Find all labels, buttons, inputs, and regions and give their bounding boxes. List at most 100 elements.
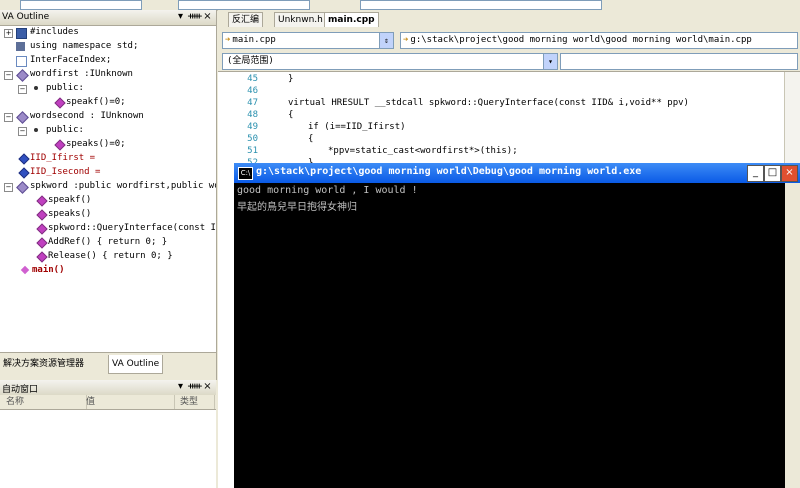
line-number: 51 (247, 146, 258, 156)
file-combo-value: main.cpp (232, 35, 276, 45)
collapse-icon[interactable]: − (4, 71, 13, 80)
tab-label: 反汇编 (232, 15, 260, 25)
method-icon (36, 223, 48, 235)
auto-window-titlebar: 自动窗口 ▾ ᚔ × (0, 380, 216, 396)
toolbar-combo-1[interactable] (20, 0, 142, 10)
class-icon (16, 69, 29, 82)
expand-icon[interactable]: + (4, 29, 13, 38)
tree-item[interactable]: public: (46, 82, 84, 95)
va-outline-title: VA Outline (2, 12, 50, 22)
tab-label: main.cpp (328, 15, 375, 25)
line-number: 49 (247, 122, 258, 132)
outline-tree: + #includes using namespace std; InterFa… (0, 26, 216, 362)
column-header-type[interactable]: 类型 (180, 395, 215, 409)
tab-va-outline[interactable]: VA Outline (108, 355, 164, 374)
dropdown-icon[interactable]: ▾ (175, 381, 186, 393)
include-icon (16, 28, 27, 39)
code-line: virtual HRESULT __stdcall spkword::Query… (288, 98, 689, 108)
line-number: 47 (247, 98, 258, 108)
tree-item[interactable]: spkword :public wordfirst,public wo (30, 180, 216, 193)
namespace-icon (16, 42, 25, 51)
tree-item[interactable]: wordfirst :IUnknown (30, 68, 133, 81)
tab-main-cpp[interactable]: main.cpp (324, 12, 379, 27)
tree-item[interactable]: using namespace std; (30, 40, 138, 53)
console-titlebar[interactable]: C:\ g:\stack\project\good morning world\… (234, 163, 800, 183)
tree-item[interactable]: Release() { return 0; } (48, 250, 173, 263)
tree-item[interactable]: AddRef() { return 0; } (48, 236, 167, 249)
tab-solution-explorer[interactable]: 解决方案资源管理器 (0, 355, 87, 373)
editor-navbar: ➔ main.cpp ⇕ ➔ g:\stack\project\good morni… (218, 27, 800, 72)
column-header-value[interactable]: 值 (86, 395, 175, 409)
close-button[interactable]: × (781, 165, 798, 182)
method-icon (36, 195, 48, 207)
editor-tabs: 反汇编 Unknwn.h main.cpp (218, 10, 800, 28)
class-icon (16, 181, 29, 194)
pin-icon[interactable]: ᚔ (188, 381, 202, 393)
tab-label: Unknwn.h (278, 15, 323, 25)
access-icon (34, 128, 38, 132)
console-window[interactable]: C:\ g:\stack\project\good morning world\… (234, 163, 800, 488)
minimize-button[interactable]: _ (747, 165, 764, 182)
line-number: 50 (247, 134, 258, 144)
panel-tabs: 解决方案资源管理器 VA Outline (0, 352, 216, 381)
tree-item[interactable]: InterFaceIndex; (30, 54, 111, 67)
method-icon (36, 209, 48, 221)
line-number: 48 (247, 110, 258, 120)
code-line: { (288, 110, 294, 120)
column-header-name[interactable]: 名称 (0, 395, 87, 409)
tree-item[interactable]: speaks()=0; (66, 138, 126, 151)
line-number: 45 (247, 74, 258, 84)
tree-item[interactable]: wordsecond : IUnknown (30, 110, 144, 123)
chevron-down-icon[interactable]: ▾ (543, 54, 557, 69)
console-line: good morning world , I would ! (237, 185, 418, 196)
tree-item[interactable]: IID_Isecond = (30, 166, 100, 179)
chevron-down-icon[interactable]: ⇕ (379, 33, 393, 48)
collapse-icon[interactable]: − (4, 113, 13, 122)
access-icon (34, 86, 38, 90)
collapse-icon[interactable]: − (18, 127, 27, 136)
tree-item[interactable]: #includes (30, 26, 79, 39)
close-icon[interactable]: × (202, 11, 213, 23)
method-icon (54, 97, 66, 109)
tree-item[interactable]: speakf()=0; (66, 96, 126, 109)
auto-window-title: 自动窗口 (2, 385, 39, 395)
code-line: { (308, 134, 314, 144)
tree-item[interactable]: speakf() (48, 194, 91, 207)
scope-combo-value: (全局范围) (227, 56, 274, 66)
console-line: 早起的鳥兒早日抱得女神归 (237, 202, 357, 213)
tab-unknwn-h[interactable]: Unknwn.h (274, 12, 327, 27)
close-icon[interactable]: × (202, 381, 213, 393)
console-app-icon: C:\ (238, 167, 253, 180)
arrow-icon: ➔ (225, 35, 231, 45)
tree-item[interactable]: IID_Ifirst = (30, 152, 95, 165)
arrow-icon: ➔ (403, 35, 409, 45)
line-number: 46 (247, 86, 258, 96)
collapse-icon[interactable]: − (4, 183, 13, 192)
code-line: } (288, 74, 294, 84)
variable-icon (16, 56, 27, 67)
console-scrollbar[interactable] (785, 183, 800, 488)
dropdown-icon[interactable]: ▾ (175, 11, 186, 23)
scope-combo[interactable]: (全局范围) ▾ (222, 53, 558, 70)
class-icon (16, 111, 29, 124)
tree-item[interactable]: spkword::QueryInterface(const II (48, 222, 216, 235)
va-outline-panel: VA Outline ▾ ᚔ × + #includes using names… (0, 10, 217, 380)
toolbar-combo-2[interactable] (178, 0, 310, 10)
console-title: g:\stack\project\good morning world\Debu… (256, 166, 642, 177)
tree-item[interactable]: speaks() (48, 208, 91, 221)
pin-icon[interactable]: ᚔ (188, 11, 202, 23)
function-icon (20, 265, 30, 275)
file-combo[interactable]: ➔ main.cpp ⇕ (222, 32, 394, 49)
collapse-icon[interactable]: − (18, 85, 27, 94)
toolbar-combo-3[interactable] (360, 0, 602, 10)
tab-disassembly[interactable]: 反汇编 (228, 12, 264, 27)
variable-icon (18, 153, 30, 165)
tree-item[interactable]: public: (46, 124, 84, 137)
maximize-button[interactable]: □ (764, 165, 781, 182)
path-combo[interactable]: ➔ g:\stack\project\good morning world\goo… (400, 32, 798, 49)
member-combo[interactable] (560, 53, 798, 70)
method-icon (36, 251, 48, 263)
tree-item[interactable]: main() (32, 264, 65, 277)
tab-label: 解决方案资源管理器 (3, 359, 85, 369)
variable-icon (18, 167, 30, 179)
